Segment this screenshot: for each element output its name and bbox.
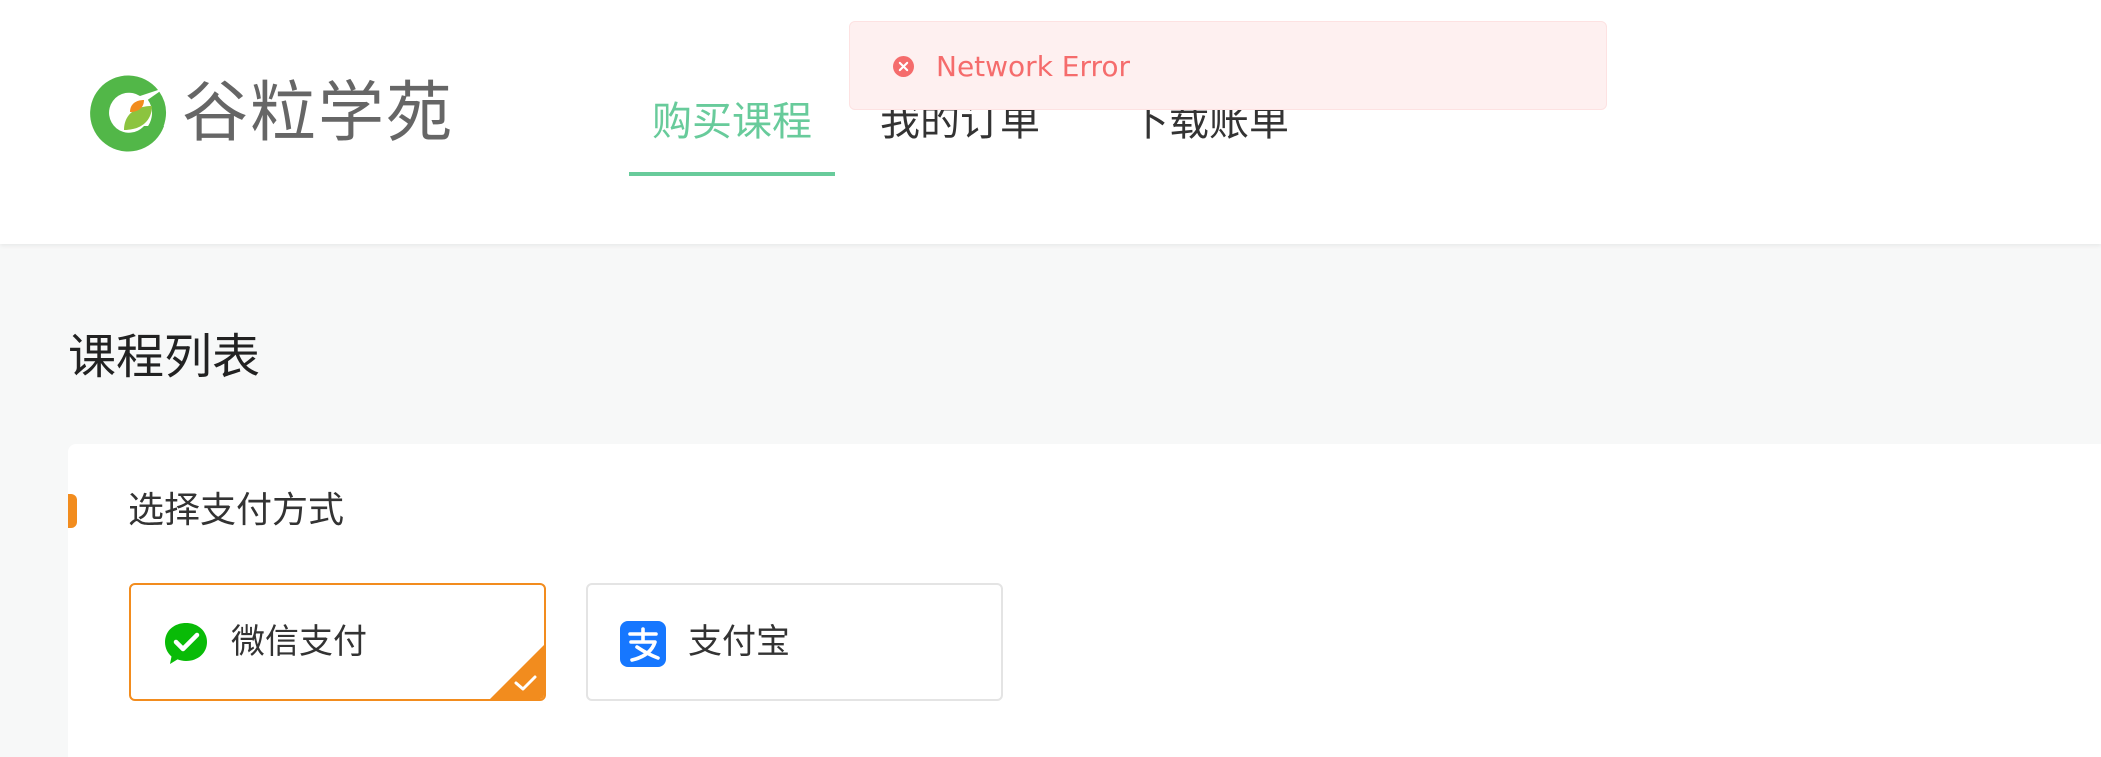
error-toast: Network Error [849,21,1607,110]
pay-option-alipay[interactable]: 支付宝 [586,583,1003,701]
error-circle-icon [893,56,914,77]
brand-name: 谷粒学苑 [182,74,454,151]
toast-message: Network Error [936,50,1131,83]
alipay-icon [620,621,666,667]
wechat-pay-icon [165,623,207,664]
pay-option-label: 支付宝 [688,622,790,662]
page-title: 课程列表 [68,329,261,385]
pay-option-wechat[interactable]: 微信支付 [129,583,546,701]
selected-check-icon [490,645,544,699]
section-title: 选择支付方式 [128,490,345,531]
section-marker [68,494,77,528]
brand-logo[interactable]: 谷粒学苑 [84,68,454,158]
active-nav-underline [629,172,835,176]
pay-option-label: 微信支付 [231,622,367,662]
guli-logo-icon [90,75,166,152]
nav-item-label: 购买课程 [652,99,812,145]
nav-item-buy-course[interactable]: 购买课程 [629,92,835,176]
payment-card: 选择支付方式 微信支付 支付宝 [68,444,2101,757]
